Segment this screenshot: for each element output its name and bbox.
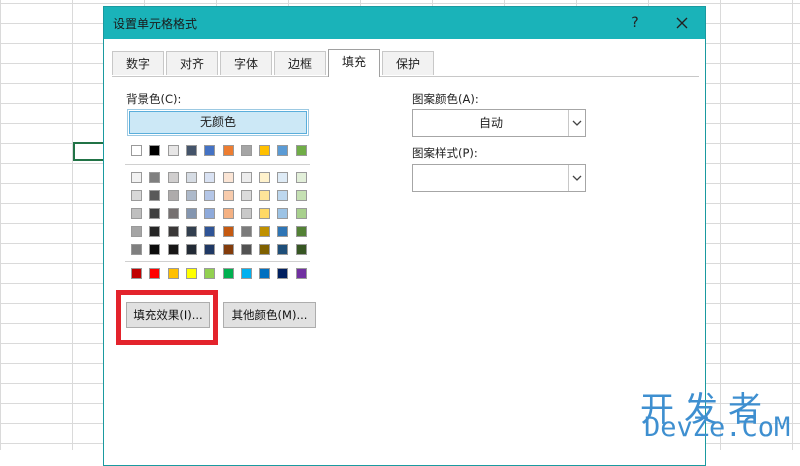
color-swatch-shade[interactable]	[204, 226, 216, 237]
pattern-style-value	[413, 165, 569, 191]
tab-font[interactable]: 字体	[220, 51, 272, 75]
more-colors-button[interactable]: 其他颜色(M)...	[223, 302, 316, 328]
color-swatch-standard[interactable]	[295, 268, 307, 279]
pattern-color-value: 自动	[478, 116, 503, 130]
color-swatch-theme[interactable]	[277, 145, 289, 156]
color-swatch-shade[interactable]	[185, 244, 197, 255]
chevron-down-icon[interactable]	[568, 165, 585, 191]
color-swatch-shade[interactable]	[277, 208, 289, 219]
color-swatch-shade[interactable]	[149, 244, 161, 255]
color-swatch-theme[interactable]	[185, 145, 197, 156]
color-swatch-standard[interactable]	[277, 268, 289, 279]
color-swatch-shade[interactable]	[295, 244, 307, 255]
color-swatch-shade[interactable]	[131, 190, 142, 201]
tab-protection[interactable]: 保护	[382, 51, 434, 75]
color-swatch-standard[interactable]	[185, 268, 197, 279]
color-swatch-shade[interactable]	[131, 172, 142, 183]
color-swatch-shade[interactable]	[167, 190, 179, 201]
pattern-color-label: 图案颜色(A):	[412, 92, 479, 106]
color-swatch-shade[interactable]	[222, 244, 234, 255]
color-swatch-shade[interactable]	[259, 244, 271, 255]
color-swatch-shade[interactable]	[204, 190, 216, 201]
dialog-titlebar[interactable]: 设置单元格格式 ?	[104, 7, 705, 39]
color-swatch-standard[interactable]	[167, 268, 179, 279]
color-swatch-shade[interactable]	[222, 208, 234, 219]
no-color-button[interactable]: 无颜色	[129, 111, 307, 134]
color-swatch-theme[interactable]	[240, 145, 252, 156]
color-swatch-shade[interactable]	[240, 226, 252, 237]
color-swatch-shade[interactable]	[295, 226, 307, 237]
color-swatch-shade[interactable]	[149, 190, 161, 201]
color-swatch-theme[interactable]	[131, 145, 142, 156]
color-swatch-shade[interactable]	[222, 172, 234, 183]
color-swatch-shade[interactable]	[149, 208, 161, 219]
color-swatch-shade[interactable]	[222, 190, 234, 201]
pattern-color-select[interactable]: 自动	[412, 109, 586, 137]
color-swatch-shade[interactable]	[204, 172, 216, 183]
annotation-highlight-box	[116, 290, 218, 345]
color-swatch-shade[interactable]	[167, 226, 179, 237]
color-swatch-shade[interactable]	[185, 226, 197, 237]
color-swatch-shade[interactable]	[277, 172, 289, 183]
pattern-style-label: 图案样式(P):	[412, 146, 478, 160]
color-swatch-shade[interactable]	[185, 172, 197, 183]
pattern-style-select[interactable]	[412, 164, 586, 192]
tab-fill[interactable]: 填充	[328, 49, 380, 77]
color-swatch-shade[interactable]	[277, 244, 289, 255]
color-swatch-shade[interactable]	[167, 172, 179, 183]
color-swatch-shade[interactable]	[259, 190, 271, 201]
color-swatch-standard[interactable]	[259, 268, 271, 279]
color-swatch-theme[interactable]	[295, 145, 307, 156]
color-swatch-shade[interactable]	[240, 190, 252, 201]
color-swatch-shade[interactable]	[259, 208, 271, 219]
color-swatch-standard[interactable]	[240, 268, 252, 279]
color-swatch-theme[interactable]	[222, 145, 234, 156]
color-swatch-standard[interactable]	[204, 268, 216, 279]
tab-border[interactable]: 边框	[274, 51, 326, 75]
color-swatch-shade[interactable]	[240, 208, 252, 219]
dialog-title: 设置单元格格式	[113, 17, 198, 31]
color-swatch-theme[interactable]	[149, 145, 161, 156]
color-swatch-shade[interactable]	[131, 208, 142, 219]
color-swatch-shade[interactable]	[185, 208, 197, 219]
watermark-en: DevZe.CoM	[644, 412, 791, 443]
color-swatch-theme[interactable]	[167, 145, 179, 156]
color-swatch-shade[interactable]	[204, 244, 216, 255]
color-swatch-shade[interactable]	[222, 226, 234, 237]
color-swatch-shade[interactable]	[259, 226, 271, 237]
color-swatch-shade[interactable]	[277, 226, 289, 237]
color-swatch-shade[interactable]	[295, 190, 307, 201]
background-color-label: 背景色(C):	[126, 92, 182, 106]
close-button[interactable]	[670, 11, 694, 35]
color-swatch-shade[interactable]	[149, 226, 161, 237]
color-swatch-standard[interactable]	[149, 268, 161, 279]
tab-alignment[interactable]: 对齐	[166, 51, 218, 75]
tab-strip: 数字 对齐 字体 边框 填充 保护	[112, 49, 699, 77]
close-icon	[676, 17, 688, 29]
chevron-down-icon[interactable]	[568, 110, 585, 136]
palette-divider	[125, 164, 310, 165]
format-cells-dialog: 设置单元格格式 ? 数字 对齐 字体 边框 填充 保护 背景色(C): 无颜色 …	[103, 6, 706, 466]
color-swatch-shade[interactable]	[240, 172, 252, 183]
color-swatch-theme[interactable]	[259, 145, 271, 156]
color-swatch-shade[interactable]	[259, 172, 271, 183]
color-swatch-shade[interactable]	[167, 208, 179, 219]
tab-number[interactable]: 数字	[112, 51, 164, 75]
color-swatch-shade[interactable]	[167, 244, 179, 255]
color-swatch-shade[interactable]	[277, 190, 289, 201]
color-swatch-standard[interactable]	[222, 268, 234, 279]
color-swatch-shade[interactable]	[295, 208, 307, 219]
color-swatch-shade[interactable]	[149, 172, 161, 183]
color-swatch-standard[interactable]	[131, 268, 142, 279]
color-swatch-shade[interactable]	[240, 244, 252, 255]
color-swatch-shade[interactable]	[185, 190, 197, 201]
active-cell[interactable]	[73, 142, 103, 161]
color-swatch-shade[interactable]	[131, 244, 142, 255]
color-swatch-shade[interactable]	[131, 226, 142, 237]
color-swatch-theme[interactable]	[204, 145, 216, 156]
help-button[interactable]: ?	[623, 11, 647, 35]
color-swatch-shade[interactable]	[204, 208, 216, 219]
color-swatch-shade[interactable]	[295, 172, 307, 183]
palette-divider	[125, 261, 310, 262]
